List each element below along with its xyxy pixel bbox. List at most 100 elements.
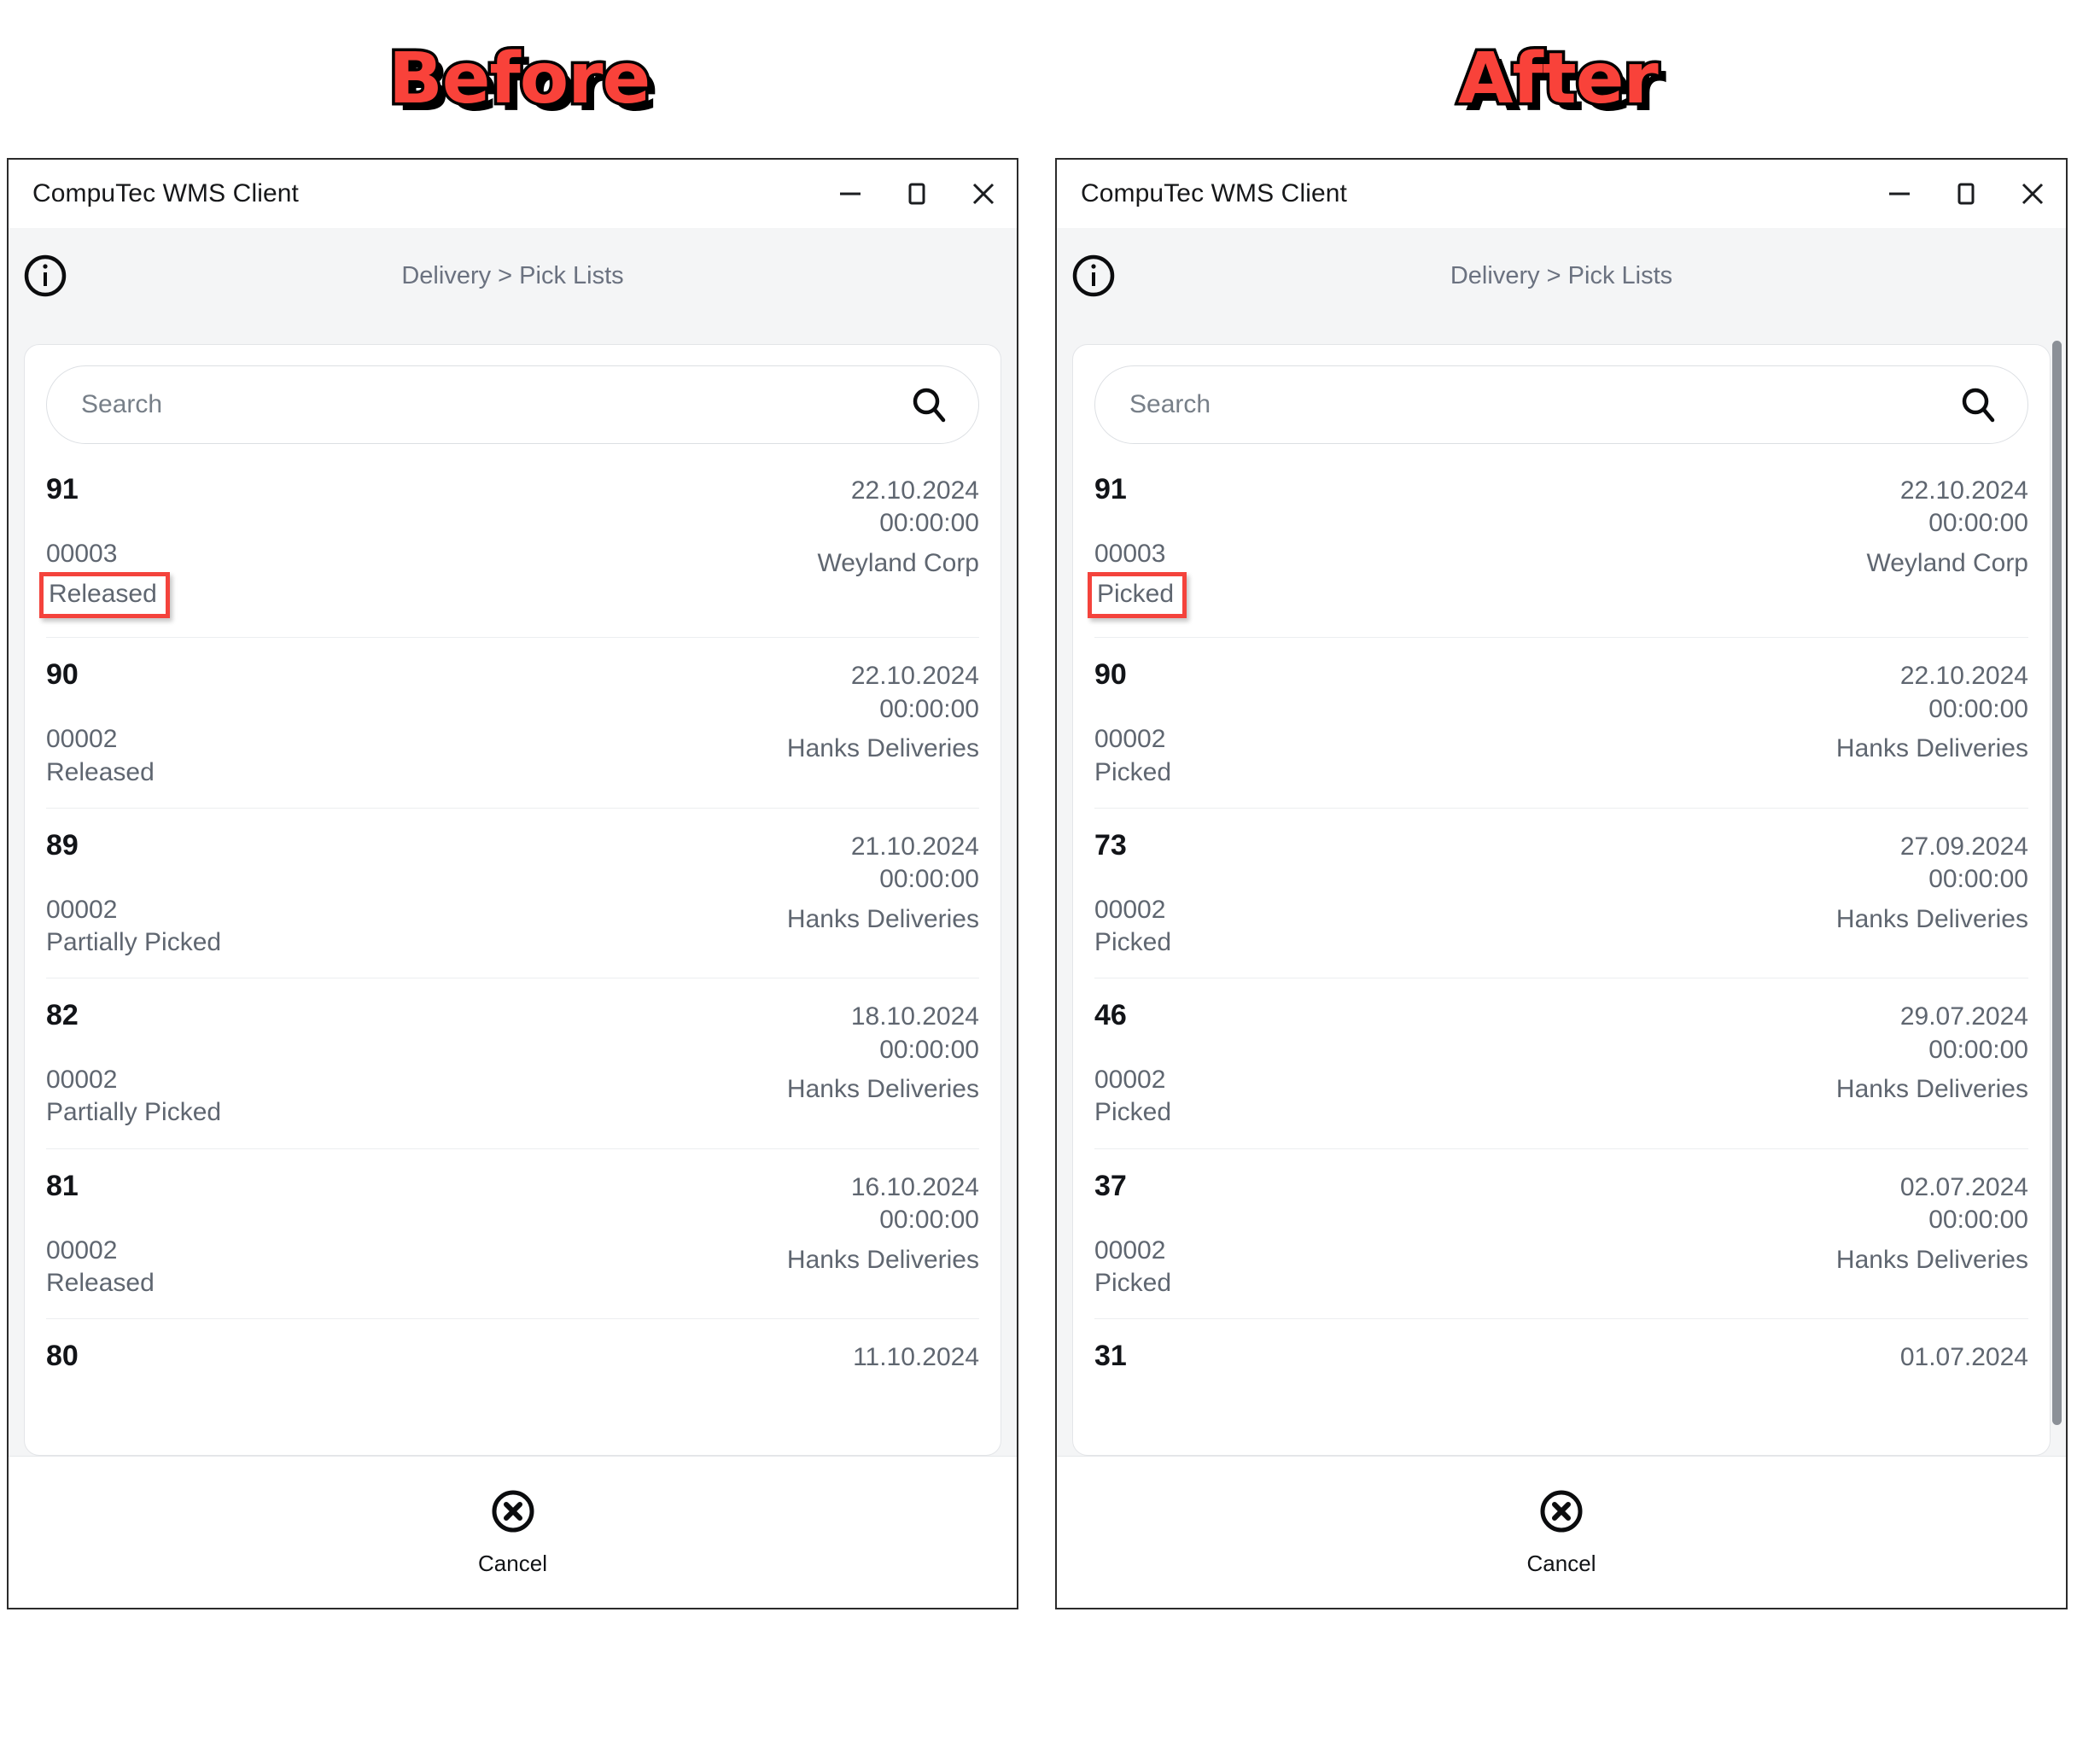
close-icon[interactable] — [950, 160, 1017, 228]
row-id: 82 — [46, 999, 79, 1032]
row-code: 00002 — [1094, 725, 1166, 754]
row-customer: Weyland Corp — [1866, 548, 2028, 577]
row-left: 73 00002 Picked — [1094, 828, 1172, 959]
row-time: 00:00:00 — [1928, 865, 2028, 894]
after-search-box[interactable] — [1094, 365, 2028, 444]
search-icon[interactable] — [908, 384, 949, 425]
row-date: 27.09.2024 — [1899, 832, 2028, 861]
row-left: 31 — [1094, 1341, 1127, 1405]
status-badge: Picked — [1094, 757, 1172, 786]
before-titlebar: CompuTec WMS Client — [9, 160, 1017, 228]
before-app-window: CompuTec WMS Client Delivery > Pick List… — [7, 158, 1018, 1609]
row-id: 37 — [1094, 1169, 1127, 1202]
table-row[interactable]: 90 00002 Picked 22.10.2024 00:00:00 Hank… — [1094, 637, 2028, 807]
before-panel: Before CompuTec WMS Client Delivery > Pi… — [0, 0, 1038, 1764]
row-code: 00002 — [46, 1066, 118, 1095]
status-badge: Picked — [1094, 1098, 1172, 1127]
row-customer: Hanks Deliveries — [1835, 1075, 2028, 1104]
after-list-card: 91 00003 Picked 22.10.2024 00:00:00 Weyl… — [1072, 344, 2051, 1456]
close-icon[interactable] — [1999, 160, 2066, 228]
table-row-partial[interactable]: 31 01.07.2024 — [1094, 1318, 2028, 1423]
table-row[interactable]: 82 00002 Partially Picked 18.10.2024 00:… — [46, 978, 979, 1148]
after-pick-list-rows[interactable]: 91 00003 Picked 22.10.2024 00:00:00 Weyl… — [1073, 459, 2050, 1455]
before-search-box[interactable] — [46, 365, 979, 444]
after-breadcrumb: Delivery > Pick Lists — [1450, 261, 1673, 289]
row-left: 80 — [46, 1341, 79, 1405]
cancel-button-label: Cancel — [1526, 1550, 1596, 1576]
cancel-button[interactable]: Cancel — [1527, 1488, 1596, 1577]
row-code: 00002 — [1094, 895, 1166, 924]
row-id: 89 — [46, 828, 79, 862]
info-icon[interactable] — [20, 251, 70, 301]
status-badge: Partially Picked — [46, 928, 222, 957]
row-customer: Hanks Deliveries — [786, 1245, 979, 1274]
before-after-comparison: Before CompuTec WMS Client Delivery > Pi… — [0, 0, 2077, 1764]
row-date: 29.07.2024 — [1899, 1002, 2028, 1031]
row-id: 90 — [1094, 658, 1127, 692]
cancel-circle-x-icon — [490, 1488, 536, 1539]
table-row-partial[interactable]: 80 11.10.2024 — [46, 1318, 979, 1423]
row-id: 73 — [1094, 828, 1127, 862]
table-row[interactable]: 90 00002 Released 22.10.2024 00:00:00 Ha… — [46, 637, 979, 807]
row-right: 11.10.2024 — [853, 1341, 979, 1374]
row-id: 31 — [1094, 1340, 1127, 1373]
row-date: 22.10.2024 — [850, 662, 979, 691]
after-titlebar: CompuTec WMS Client — [1057, 160, 2066, 228]
vertical-scrollbar[interactable] — [2052, 341, 2062, 1425]
row-left: 89 00002 Partially Picked — [46, 828, 222, 959]
row-date: 22.10.2024 — [1899, 662, 2028, 691]
after-window-title: CompuTec WMS Client — [1081, 179, 1347, 207]
table-row[interactable]: 46 00002 Picked 29.07.2024 00:00:00 Hank… — [1094, 978, 2028, 1148]
row-time: 00:00:00 — [879, 1206, 979, 1235]
row-date: 16.10.2024 — [850, 1172, 979, 1201]
after-footer: Cancel — [1057, 1456, 2066, 1608]
before-footer: Cancel — [9, 1456, 1017, 1608]
row-left: 90 00002 Picked — [1094, 660, 1171, 788]
row-date: 21.10.2024 — [850, 832, 979, 861]
before-list-card: 91 00003 Released 22.10.2024 00:00:00 We… — [24, 344, 1001, 1456]
table-row[interactable]: 89 00002 Partially Picked 21.10.2024 00:… — [46, 807, 979, 978]
row-left: 37 00002 Picked — [1094, 1171, 1171, 1300]
row-left: 91 00003 Picked — [1088, 473, 1187, 619]
table-row[interactable]: 37 00002 Picked 02.07.2024 00:00:00 Hank… — [1094, 1148, 2028, 1318]
after-banner-label: After — [1455, 38, 1661, 120]
before-breadcrumb: Delivery > Pick Lists — [401, 261, 624, 289]
before-body: 91 00003 Released 22.10.2024 00:00:00 We… — [9, 324, 1017, 1456]
row-customer: Hanks Deliveries — [786, 904, 979, 933]
before-banner-label: Before — [385, 38, 653, 120]
row-time: 00:00:00 — [1928, 1035, 2028, 1064]
row-right: 22.10.2024 00:00:00 Weyland Corp — [817, 475, 979, 580]
maximize-icon[interactable] — [1933, 160, 1999, 228]
row-right: 01.07.2024 — [1900, 1341, 2028, 1374]
row-code: 00002 — [1094, 1235, 1166, 1265]
table-row[interactable]: 73 00002 Picked 27.09.2024 00:00:00 Hank… — [1094, 807, 2028, 978]
table-row[interactable]: 91 00003 Picked 22.10.2024 00:00:00 Weyl… — [1088, 459, 2028, 637]
row-left: 90 00002 Released — [46, 660, 155, 788]
info-icon[interactable] — [1069, 251, 1118, 301]
row-code: 00003 — [1094, 539, 1166, 568]
row-date: 22.10.2024 — [850, 476, 979, 505]
table-row[interactable]: 91 00003 Released 22.10.2024 00:00:00 We… — [39, 459, 979, 637]
search-icon[interactable] — [1957, 384, 1998, 425]
row-left: 91 00003 Released — [39, 474, 170, 619]
before-subheader: Delivery > Pick Lists — [9, 228, 1017, 324]
row-customer: Hanks Deliveries — [786, 1075, 979, 1104]
row-code: 00002 — [46, 1235, 118, 1265]
minimize-icon[interactable] — [1866, 160, 1933, 228]
before-pick-list-rows[interactable]: 91 00003 Released 22.10.2024 00:00:00 We… — [25, 459, 1001, 1455]
cancel-circle-x-icon — [1538, 1488, 1584, 1539]
before-window-title: CompuTec WMS Client — [32, 179, 299, 207]
row-customer: Weyland Corp — [817, 548, 979, 577]
after-window-controls — [1866, 160, 2066, 228]
minimize-icon[interactable] — [817, 160, 884, 228]
row-id: 91 — [1094, 473, 1127, 505]
row-right: 22.10.2024 00:00:00 Hanks Deliveries — [1836, 660, 2028, 765]
search-input[interactable] — [81, 390, 908, 419]
table-row[interactable]: 81 00002 Released 16.10.2024 00:00:00 Ha… — [46, 1148, 979, 1318]
search-input[interactable] — [1129, 390, 1957, 419]
cancel-button[interactable]: Cancel — [478, 1488, 547, 1577]
status-badge: Picked — [1094, 1268, 1172, 1297]
status-badge: Picked — [1094, 928, 1172, 957]
maximize-icon[interactable] — [884, 160, 950, 228]
after-search-wrap — [1073, 345, 2050, 459]
